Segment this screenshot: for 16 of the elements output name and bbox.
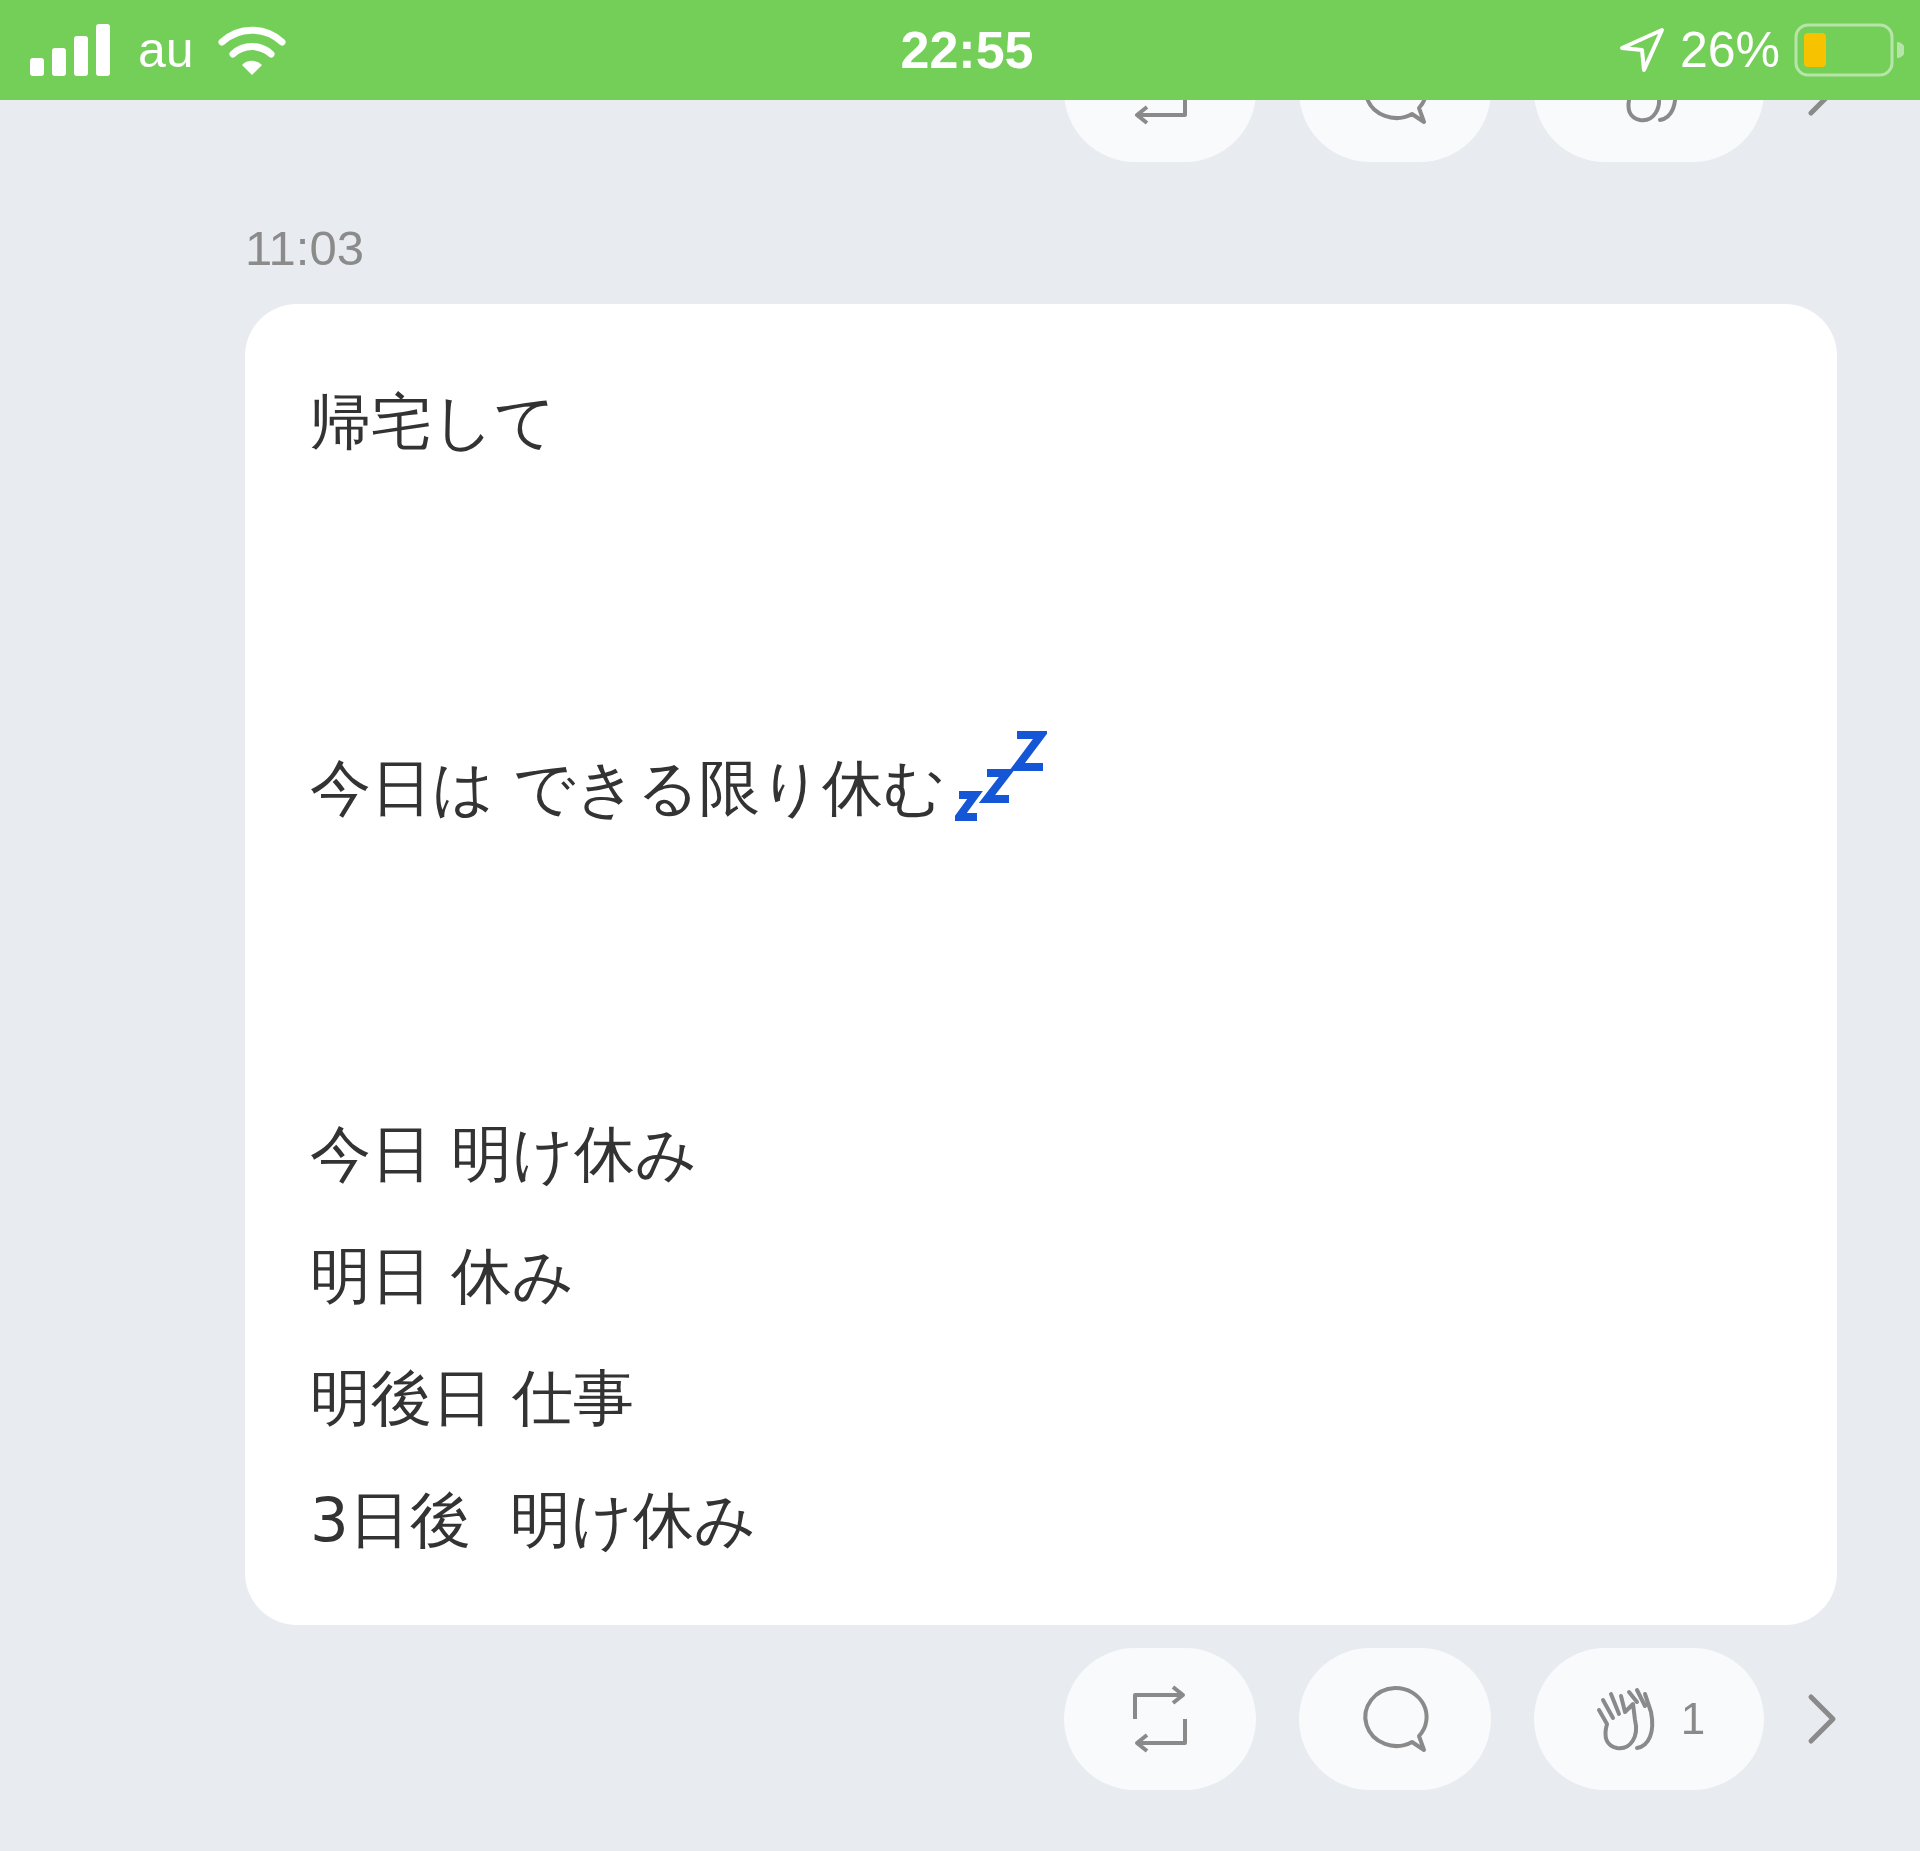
chevron-right-icon[interactable]: [1807, 1693, 1837, 1745]
clock-time: 22:55: [900, 20, 1034, 80]
wifi-icon: [215, 24, 288, 76]
message-line: 今日は できる限り休む: [310, 751, 946, 825]
post-time: 11:03: [245, 220, 364, 276]
battery-icon: [1794, 23, 1904, 77]
clap-button[interactable]: 1: [1534, 1648, 1764, 1790]
message-line: 今日 明け休み: [310, 1117, 698, 1191]
location-arrow-icon: [1617, 26, 1666, 74]
speech-bubble-icon: [1360, 1684, 1430, 1754]
message-line: 3日後 明け休み: [310, 1483, 756, 1557]
battery-percent: 26%: [1679, 21, 1780, 79]
message-line: 明日 休み: [310, 1239, 575, 1313]
message-line: 帰宅して: [310, 385, 556, 459]
message-line: 明後日 仕事: [310, 1361, 635, 1435]
carrier-label: au: [138, 21, 194, 79]
